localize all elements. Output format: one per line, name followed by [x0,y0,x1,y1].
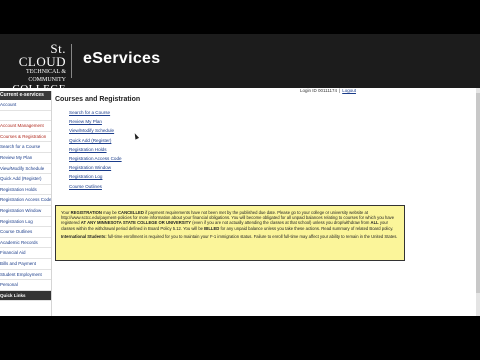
logout-link[interactable]: Logout [342,88,356,93]
sidebar-item[interactable] [0,111,51,122]
notice-text: for any unpaid balance unless you take t… [219,225,394,231]
registration-link[interactable]: Registration Window [69,163,475,172]
notice-text: full-time enrollment is required for you… [106,233,398,239]
sidebar-item[interactable]: Registration Log [0,217,51,228]
sidebar-item[interactable]: Bills and Payment [0,259,51,270]
sidebar-item[interactable]: Review My Plan [0,153,51,164]
sidebar-item[interactable]: Registration Holds [0,185,51,196]
login-separator: | [339,88,341,93]
scrollbar-thumb[interactable] [476,93,480,293]
logo-line1: St. CLOUD [18,41,66,69]
notice-paragraph-international: International Students: full-time enroll… [61,234,399,239]
registration-notice: Your REGISTRATION may be CANCELLED if pa… [55,205,405,261]
sidebar-item[interactable]: View/Modify Schedule [0,164,51,175]
page-body: Login ID 00111174 | Logout Current e-servi… [0,88,480,316]
header-divider [71,44,72,78]
notice-strong-international: International Students: [61,233,107,239]
registration-link[interactable]: Review My Plan [69,117,475,126]
sidebar-item-list: Account Account Management Courses & Regis… [0,100,51,302]
registration-link[interactable]: Course Outlines [69,182,475,191]
page-scrollbar[interactable] [476,88,480,316]
registration-link[interactable]: Registration Holds [69,145,475,154]
sidebar-item[interactable]: Quick Add (Register) [0,174,51,185]
sidebar-item[interactable]: Personal [0,280,51,291]
app-title: eServices [83,50,161,67]
sidebar-item[interactable]: Courses & Registration [0,132,51,143]
sidebar-item[interactable]: Registration Access Code [0,195,51,206]
site-header: St. CLOUD TECHNICAL & COMMUNITY COLLEGE … [0,34,480,95]
page-title: Courses and Registration [55,96,141,103]
sidebar-nav: Current e-services Account Account Manage… [0,91,52,316]
registration-link[interactable]: Registration Log [69,172,475,181]
sidebar-heading: Current e-services [0,91,51,100]
sidebar-item[interactable]: Account Management [0,121,51,132]
logo-line2: TECHNICAL & COMMUNITY [26,69,66,83]
registration-link[interactable]: Search for a Course [69,108,475,117]
sidebar-item[interactable]: Registration Window [0,206,51,217]
registration-links: Search for a Course Review My Plan View/Mo… [69,108,475,191]
main-content: Courses and Registration Search for a Co… [55,96,475,191]
video-frame: St. CLOUD TECHNICAL & COMMUNITY COLLEGE … [0,0,480,360]
sidebar-item[interactable]: Account [0,100,51,111]
top-bar: Login ID 00111174 | Logout [0,88,480,94]
notice-strong-billed: BILLED [204,225,220,231]
registration-link[interactable]: Quick Add (Register) [69,136,475,145]
sidebar-item[interactable]: Student Employment [0,270,51,281]
sidebar-item[interactable]: Quick Links [0,290,51,302]
sidebar-item[interactable]: Search for a Course [0,142,51,153]
sidebar-item[interactable]: Course Outlines [0,227,51,238]
login-id-text: Login ID 00111174 [300,88,338,93]
login-info: Login ID 00111174 | Logout [300,88,356,93]
sidebar-item[interactable]: Academic Records [0,238,51,249]
notice-paragraph-billing: Your REGISTRATION may be CANCELLED if pa… [61,210,399,231]
registration-link[interactable]: Registration Access Code [69,154,475,163]
registration-link[interactable]: View/Modify Schedule [69,126,475,135]
sidebar-item[interactable]: Financial Aid [0,248,51,259]
